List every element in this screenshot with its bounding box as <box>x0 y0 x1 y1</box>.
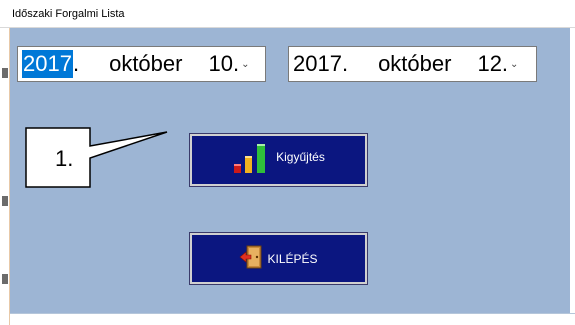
date-to-year[interactable]: 2017. <box>293 50 348 78</box>
exit-door-icon <box>239 245 263 272</box>
callout-label: 1. <box>55 146 74 171</box>
app-window: Időszaki Forgalmi Lista 2017 . október 1… <box>0 0 575 325</box>
edge-marker <box>2 274 8 284</box>
chevron-down-icon[interactable]: ⌄ <box>510 59 520 70</box>
date-from-year-dot: . <box>72 51 80 76</box>
date-from-day[interactable]: 10. <box>208 50 239 78</box>
edge-marker <box>2 68 8 78</box>
exit-button-label: KILÉPÉS <box>267 251 318 266</box>
date-from-picker[interactable]: 2017 . október 10. ⌄ <box>17 46 266 82</box>
collect-button-label: Kigyűjtés <box>276 150 325 164</box>
date-from-month[interactable]: október <box>109 50 182 78</box>
date-to-picker[interactable]: 2017. október 12. ⌄ <box>288 46 537 82</box>
collect-button[interactable]: Kigyűjtés <box>189 133 368 187</box>
left-window-edge <box>0 28 10 325</box>
date-from-year[interactable]: 2017 <box>22 50 73 78</box>
chevron-down-icon[interactable]: ⌄ <box>241 59 251 70</box>
exit-button[interactable]: KILÉPÉS <box>189 232 368 285</box>
right-window-edge <box>570 28 575 313</box>
window-title: Időszaki Forgalmi Lista <box>12 8 125 20</box>
date-to-month[interactable]: október <box>378 50 451 78</box>
bottom-window-edge <box>10 313 575 325</box>
edge-marker <box>2 196 8 206</box>
bar-chart-icon <box>232 143 272 178</box>
title-bar[interactable]: Időszaki Forgalmi Lista <box>0 0 575 28</box>
date-to-day[interactable]: 12. <box>477 50 508 78</box>
